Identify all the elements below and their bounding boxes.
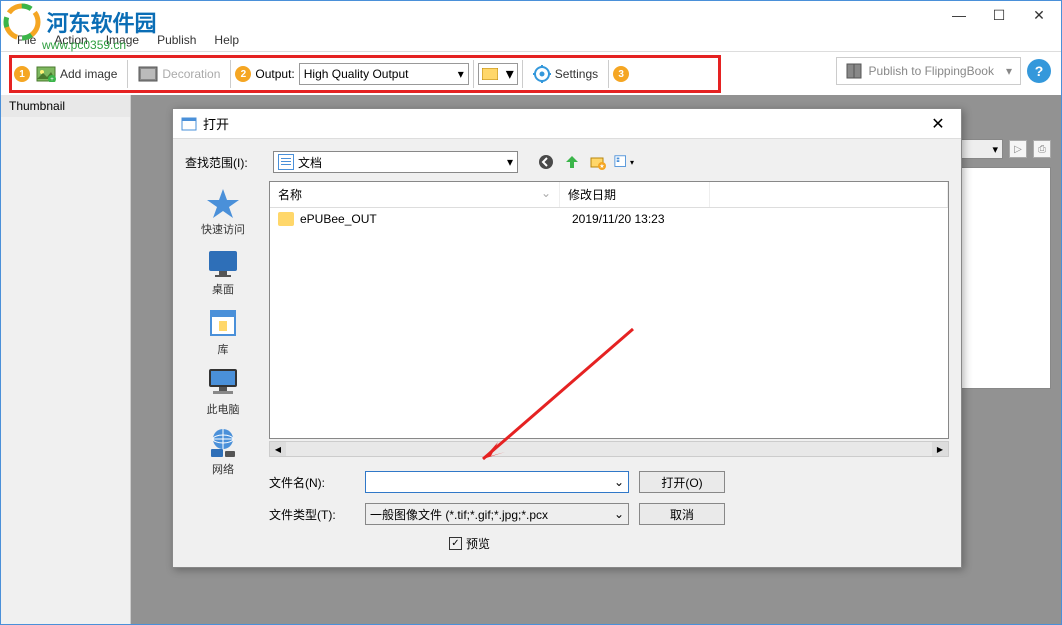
svg-text:★: ★: [599, 163, 604, 170]
decoration-button[interactable]: Decoration: [132, 64, 226, 84]
decoration-icon: [138, 66, 158, 82]
filename-label: 文件名(N):: [269, 474, 355, 491]
menu-file[interactable]: File: [9, 31, 44, 49]
toolbar-highlighted: 1 + Add image Decoration 2 Output: High …: [9, 55, 721, 93]
column-name[interactable]: 名称 ⌄: [270, 182, 560, 207]
menu-image[interactable]: Image: [98, 31, 147, 49]
file-date: 2019/11/20 13:23: [572, 212, 665, 226]
step-2-badge: 2: [235, 66, 251, 82]
place-pc[interactable]: 此电脑: [205, 367, 241, 417]
place-quick-label: 快速访问: [201, 221, 245, 237]
file-row[interactable]: ePUBee_OUT 2019/11/20 13:23: [270, 208, 948, 230]
network-icon: [205, 427, 241, 459]
chevron-down-icon: ▾: [1006, 64, 1012, 78]
maximize-button[interactable]: ☐: [979, 2, 1019, 28]
dialog-title: 打开: [203, 114, 229, 133]
place-desktop-label: 桌面: [212, 281, 234, 297]
add-image-label: Add image: [60, 67, 117, 81]
place-library-label: 库: [218, 341, 229, 357]
close-button[interactable]: ✕: [1019, 2, 1059, 28]
chevron-down-icon: ▾: [506, 64, 514, 84]
scroll-left-icon[interactable]: ◀: [270, 442, 286, 456]
publish-button[interactable]: Publish to FlippingBook ▾: [836, 57, 1021, 85]
menubar: File Action Image Publish Help: [1, 29, 1061, 51]
file-name: ePUBee_OUT: [300, 212, 566, 226]
format-combo[interactable]: ▾: [478, 63, 518, 85]
titlebar: — ☐ ✕: [1, 1, 1061, 29]
toolbar-right: Publish to FlippingBook ▾ ?: [836, 57, 1051, 85]
scroll-right-icon[interactable]: ▶: [932, 442, 948, 456]
place-desktop[interactable]: 桌面: [205, 247, 241, 297]
publish-label: Publish to FlippingBook: [869, 64, 994, 78]
preview-checkbox-row[interactable]: ✓ 预览: [449, 535, 949, 552]
desktop-icon: [205, 247, 241, 279]
preview-check-label: 预览: [466, 535, 490, 552]
lookin-value: 文档: [298, 154, 322, 171]
svg-text:+: +: [50, 77, 54, 82]
library-icon: [205, 307, 241, 339]
dialog-titlebar: 打开 ✕: [173, 109, 961, 139]
cancel-button[interactable]: 取消: [639, 503, 725, 525]
nav-newfolder-button[interactable]: ★: [588, 152, 608, 172]
nav-back-button[interactable]: [536, 152, 556, 172]
output-combo[interactable]: High Quality Output ▾: [299, 63, 469, 85]
preview-icon-2[interactable]: ⎙: [1033, 140, 1051, 158]
chevron-down-icon: ⌄: [614, 475, 624, 489]
lookin-combo[interactable]: 文档 ▾: [273, 151, 518, 173]
step-1-badge: 1: [14, 66, 30, 82]
book-icon: [845, 62, 863, 80]
pc-icon: [205, 367, 241, 399]
menu-help[interactable]: Help: [206, 31, 247, 49]
thumbnail-header: Thumbnail: [1, 95, 130, 117]
filetype-label: 文件类型(T):: [269, 506, 355, 523]
chevron-down-icon: ▾: [458, 67, 464, 81]
output-value: High Quality Output: [304, 67, 409, 81]
file-list-header: 名称 ⌄ 修改日期: [270, 182, 948, 208]
chevron-down-icon: ⌄: [614, 507, 624, 521]
nav-views-button[interactable]: ▾: [614, 152, 634, 172]
place-network-label: 网络: [212, 461, 234, 477]
file-area: 名称 ⌄ 修改日期 ePUBee_OUT 2019/11/20 13:23 ◀ …: [269, 181, 949, 552]
format-icon: [482, 68, 498, 80]
open-button[interactable]: 打开(O): [639, 471, 725, 493]
add-image-icon: +: [36, 66, 56, 82]
lookin-row: 查找范围(I): 文档 ▾ ★ ▾: [185, 151, 949, 173]
filetype-select[interactable]: 一般图像文件 (*.tif;*.gif;*.jpg;*.pcx ⌄: [365, 503, 629, 525]
checkbox-icon: ✓: [449, 537, 462, 550]
place-quick[interactable]: 快速访问: [201, 187, 245, 237]
settings-label: Settings: [555, 67, 598, 81]
filename-input[interactable]: ⌄: [365, 471, 629, 493]
horizontal-scrollbar[interactable]: ◀ ▶: [269, 441, 949, 457]
gear-icon: [533, 65, 551, 83]
documents-icon: [278, 154, 294, 170]
lookin-label: 查找范围(I):: [185, 154, 265, 171]
decoration-label: Decoration: [162, 67, 220, 81]
chevron-down-icon: ▾: [992, 143, 998, 156]
nav-up-button[interactable]: [562, 152, 582, 172]
filetype-value: 一般图像文件 (*.tif;*.gif;*.jpg;*.pcx: [370, 506, 548, 523]
dialog-icon: [181, 116, 197, 132]
settings-button[interactable]: Settings: [527, 63, 604, 85]
output-label: Output:: [255, 67, 294, 81]
help-button[interactable]: ?: [1027, 59, 1051, 83]
chevron-down-icon: ▾: [507, 155, 513, 169]
menu-action[interactable]: Action: [46, 31, 95, 49]
preview-icon-1[interactable]: ▷: [1009, 140, 1027, 158]
place-pc-label: 此电脑: [207, 401, 240, 417]
places-bar: 快速访问 桌面 库 此电脑 网络: [185, 181, 261, 552]
star-icon: [205, 187, 241, 219]
column-date[interactable]: 修改日期: [560, 182, 710, 207]
minimize-button[interactable]: —: [939, 2, 979, 28]
add-image-button[interactable]: + Add image: [30, 64, 123, 84]
file-list[interactable]: 名称 ⌄ 修改日期 ePUBee_OUT 2019/11/20 13:23: [269, 181, 949, 439]
open-dialog: 打开 ✕ 查找范围(I): 文档 ▾ ★ ▾ 快速访问: [172, 108, 962, 568]
column-type[interactable]: [710, 182, 948, 207]
dialog-close-button[interactable]: ✕: [923, 112, 953, 136]
place-network[interactable]: 网络: [205, 427, 241, 477]
folder-icon: [278, 212, 294, 226]
menu-publish[interactable]: Publish: [149, 31, 204, 49]
place-library[interactable]: 库: [205, 307, 241, 357]
thumbnail-pane: Thumbnail: [1, 95, 131, 624]
step-3-badge: 3: [613, 66, 629, 82]
